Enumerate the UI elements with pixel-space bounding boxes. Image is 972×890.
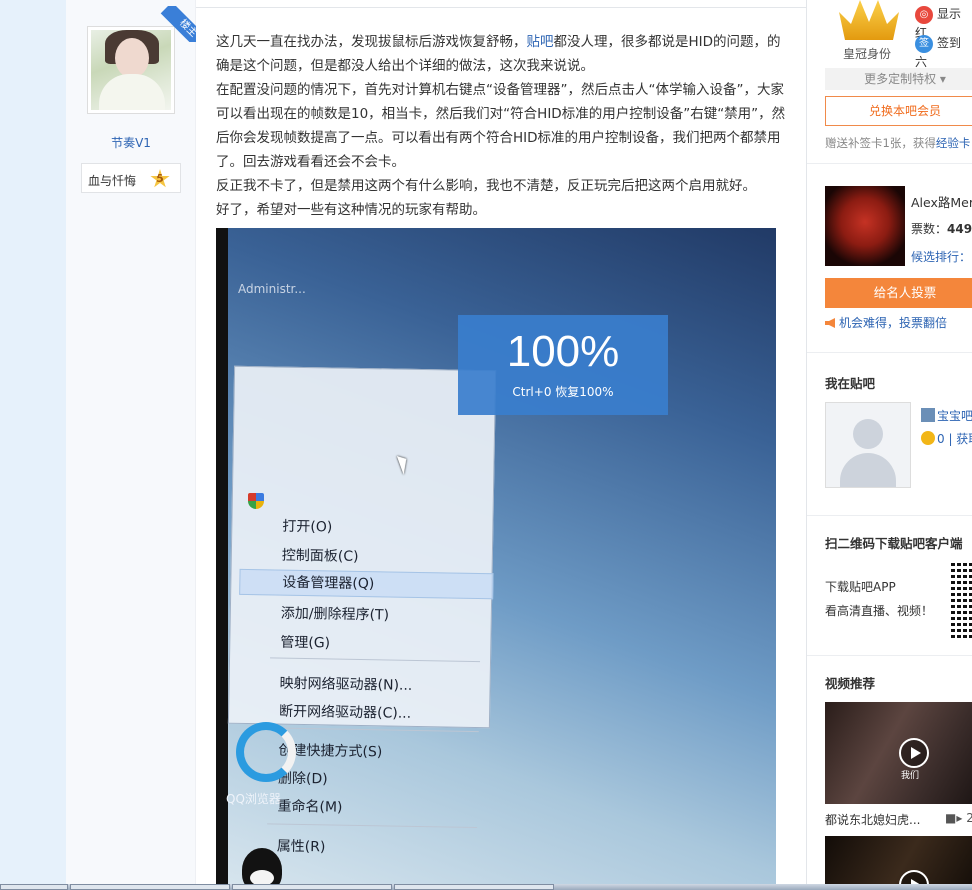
- my-tieba-title: 我在贴吧: [825, 376, 876, 391]
- op-badge: 楼主: [160, 6, 196, 42]
- author-level[interactable]: 血与忏悔 5: [81, 163, 181, 193]
- menu-item-control-panel: 控制面板(C): [281, 547, 359, 565]
- celebrity-votes: 票数：449: [911, 222, 972, 236]
- zoom-value: 100%: [506, 327, 620, 376]
- browser-label: QQ浏览器: [226, 792, 281, 806]
- menu-item-manage: 管理(G): [280, 634, 331, 652]
- more-privileges-dropdown[interactable]: 更多定制特权 ▾: [825, 68, 972, 90]
- level-name: 血与忏悔: [88, 174, 137, 188]
- zoom-hint: Ctrl+0 恢复100%: [512, 385, 614, 399]
- browser-icon: [236, 722, 296, 782]
- crown-icon[interactable]: [839, 0, 899, 40]
- bar-icon: [921, 408, 935, 422]
- gift-text: 赠送补签卡1张，获得经验卡: [825, 136, 971, 150]
- post-paragraph-3: 反正我不卡了，但是禁用这两个有什么影响，我也不清楚，反正玩完后把这两个启用就好。: [216, 178, 756, 194]
- celebrity-rank[interactable]: 候选排行：1: [911, 248, 972, 265]
- taskbar: [0, 884, 972, 890]
- taskbar-item[interactable]: [232, 884, 392, 890]
- video-title: 视频推荐: [825, 676, 876, 691]
- sign-icon: 签: [915, 34, 933, 53]
- menu-item-properties: 属性(R): [276, 838, 326, 856]
- post-photo[interactable]: Administr... 打开(O) 控制面板(C) 设备管理器(Q) 添加/删…: [216, 228, 776, 884]
- menu-item-map-drive: 映射网络驱动器(N)...: [279, 675, 413, 694]
- context-menu: 打开(O) 控制面板(C) 设备管理器(Q) 添加/删除程序(T) 管理(G) …: [227, 365, 497, 855]
- author-column: 楼主 节奏V1 血与忏悔 5: [66, 0, 196, 884]
- tieba-link[interactable]: 贴吧: [527, 34, 554, 50]
- video-caption[interactable]: 都说东北媳妇虎...: [825, 811, 920, 828]
- exp-card-link[interactable]: 经验卡: [936, 136, 971, 150]
- play-icon-2[interactable]: [899, 870, 929, 884]
- menu-item-device-manager: 设备管理器(Q): [239, 568, 494, 600]
- coin-icon: [921, 431, 935, 445]
- qq-penguin-icon: [242, 848, 282, 884]
- post-paragraph-1: 这几天一直在找办法，发现拔鼠标后游戏恢复舒畅，贴吧都没人理，很多都说是HID的问…: [216, 34, 781, 74]
- post-paragraph-2: 在配置没问题的情况下，首先对计算机右键点“设备管理器”，然后点击人“体学输入设备…: [216, 82, 786, 170]
- qr-title: 扫二维码下载贴吧客户端: [825, 536, 963, 551]
- author-name[interactable]: 节奏V1: [66, 134, 196, 151]
- play-icon[interactable]: [899, 738, 929, 768]
- op-badge-label: 楼主: [160, 6, 196, 42]
- video-icon: ■▸: [945, 811, 963, 825]
- celebrity-photo[interactable]: [825, 186, 905, 266]
- sign-in-button[interactable]: 签签到六: [915, 34, 972, 70]
- windows-shield-icon: [248, 493, 264, 509]
- my-coins[interactable]: 0 | 获取: [921, 430, 972, 447]
- right-sidebar: 皇冠身份 ◎ 显示红 签签到六 更多定制特权 ▾ 兑换本吧会员 赠送补签卡1张，获…: [806, 0, 972, 884]
- menu-item-rename: 重命名(M): [277, 798, 343, 816]
- qr-line-1: 下载贴吧APP: [825, 580, 896, 594]
- my-bar-link[interactable]: 宝宝吧: [921, 407, 972, 424]
- qr-code-icon[interactable]: [951, 560, 972, 638]
- exchange-membership-button[interactable]: 兑换本吧会员: [825, 96, 972, 126]
- page: 楼主 节奏V1 血与忏悔 5 这几天一直在找办法，发现拔鼠标后游戏恢复舒畅，贴吧…: [66, 0, 972, 884]
- video-thumb-caption: 我们: [901, 771, 920, 781]
- post-content: 这几天一直在找办法，发现拔鼠标后游戏恢复舒畅，贴吧都没人理，很多都说是HID的问…: [216, 30, 786, 222]
- speaker-icon: [825, 318, 835, 328]
- my-avatar[interactable]: [825, 402, 911, 488]
- level-star-icon: 5: [150, 169, 170, 188]
- chevron-down-icon: ▾: [939, 72, 946, 86]
- post-paragraph-4: 好了，希望对一些有这种情况的玩家有帮助。: [216, 202, 486, 218]
- zoom-indicator: 100% Ctrl+0 恢复100%: [458, 315, 668, 415]
- show-icon: ◎: [915, 5, 933, 24]
- taskbar-item[interactable]: [70, 884, 230, 890]
- taskbar-item[interactable]: [394, 884, 554, 890]
- video-thumbnail[interactable]: 我们: [825, 702, 972, 804]
- crown-label: 皇冠身份: [843, 47, 892, 61]
- celebrity-name[interactable]: Alex路Mer: [911, 192, 972, 211]
- desktop-label: Administr...: [238, 282, 306, 296]
- taskbar-item[interactable]: [0, 884, 68, 890]
- menu-item-add-remove: 添加/删除程序(T): [280, 605, 390, 624]
- qr-line-2: 看高清直播、视频！: [825, 604, 934, 618]
- video-view-count: ■▸ 23: [945, 811, 972, 825]
- video-thumbnail-2[interactable]: [825, 836, 972, 884]
- vote-button[interactable]: 给名人投票: [825, 278, 972, 308]
- menu-item-disconnect-drive: 断开网络驱动器(C)...: [278, 703, 412, 722]
- vote-chance-text: 机会难得，投票翻倍: [825, 314, 947, 331]
- menu-item-open: 打开(O): [282, 518, 333, 536]
